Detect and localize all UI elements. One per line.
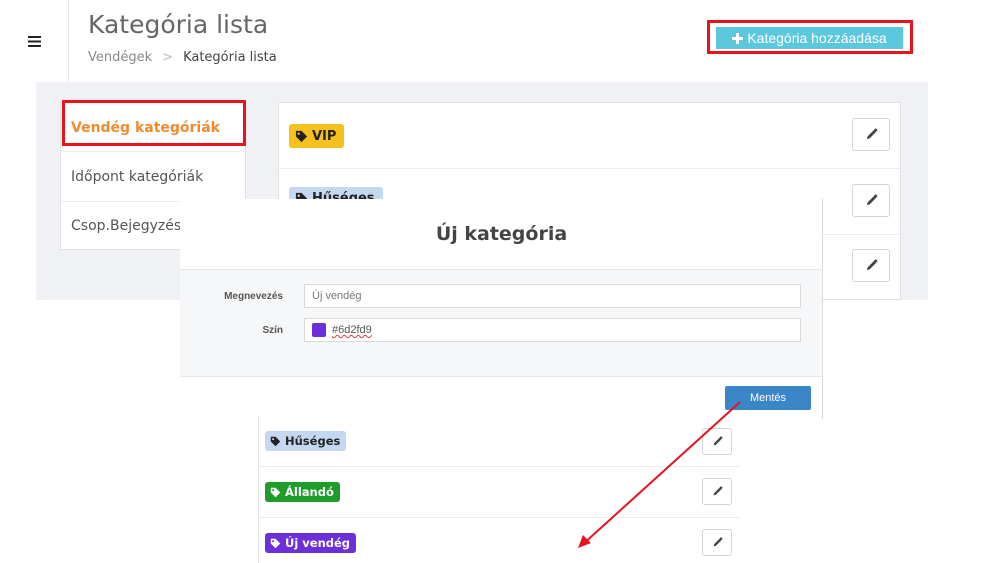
annotation-arrow — [578, 401, 741, 548]
